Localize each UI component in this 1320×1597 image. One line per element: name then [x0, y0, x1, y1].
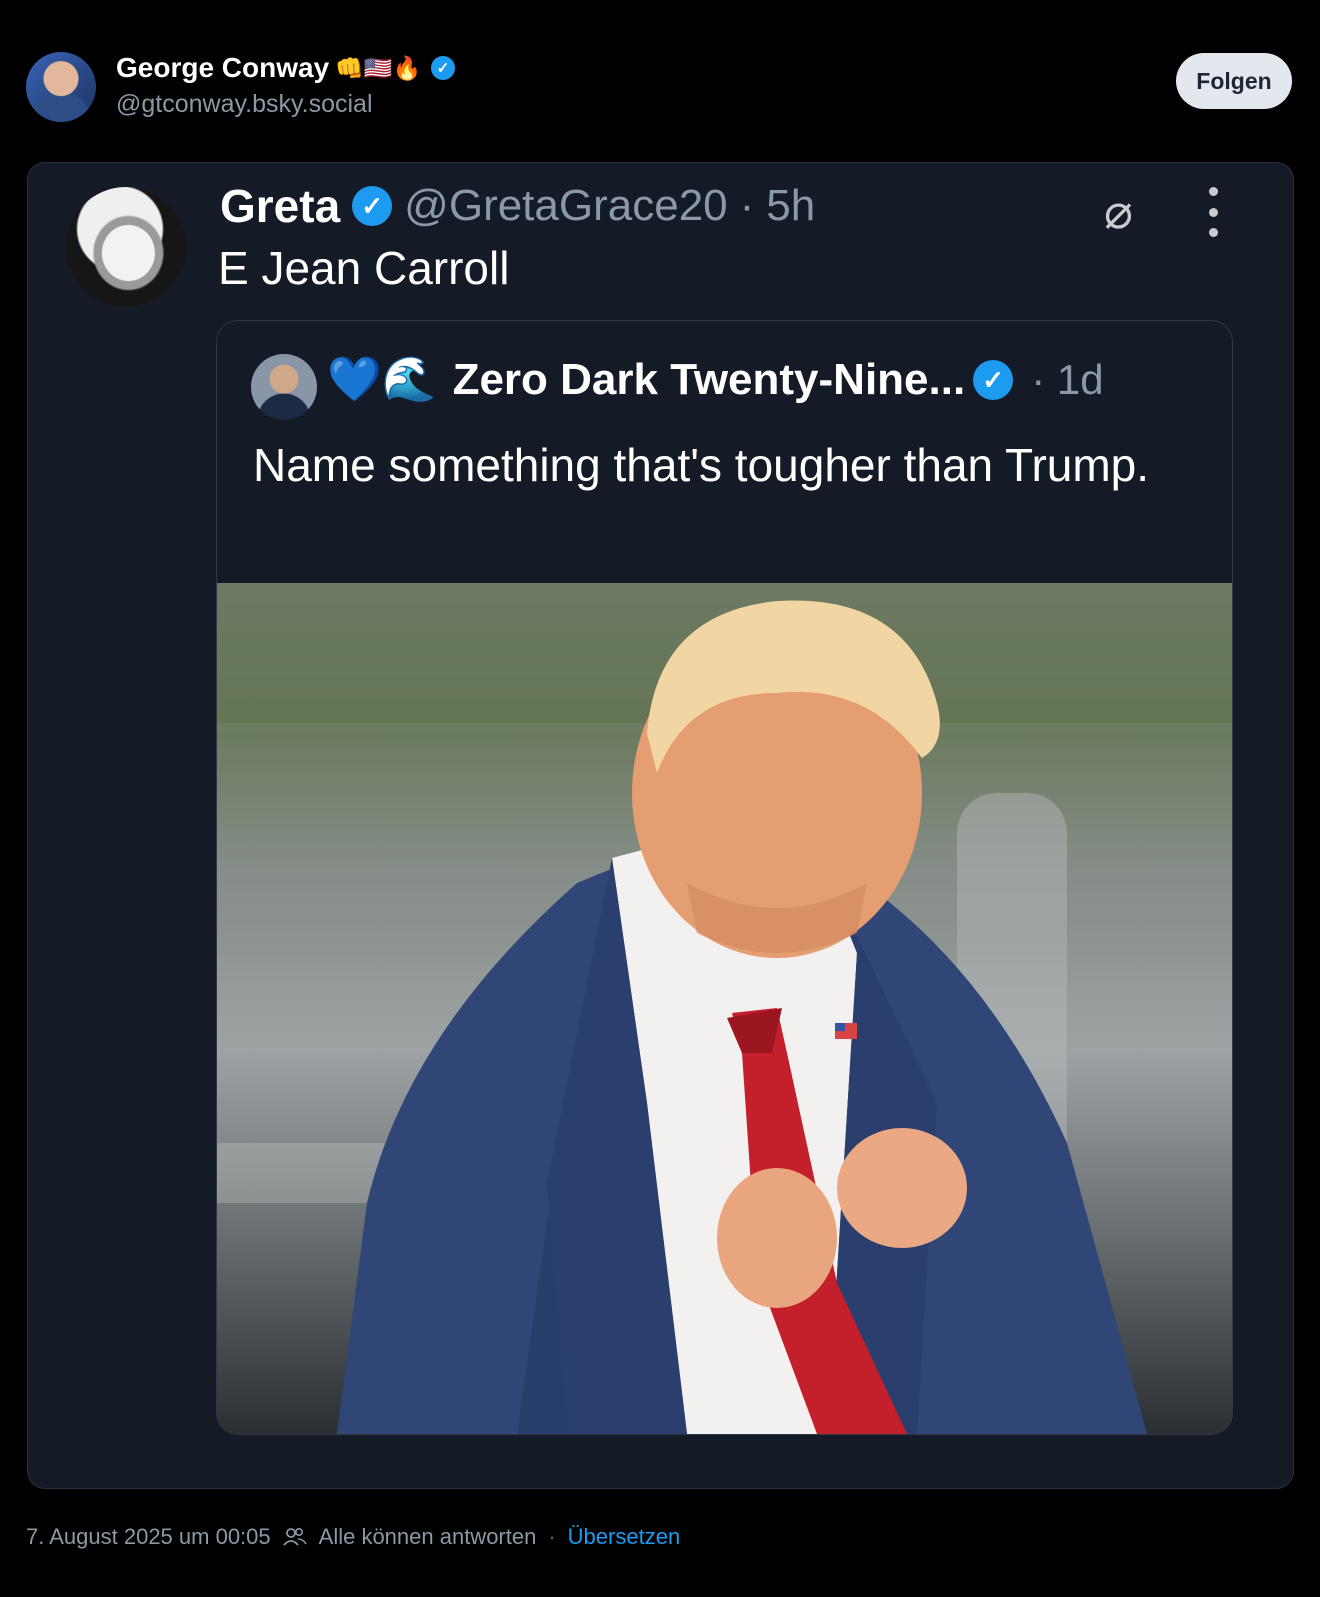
post-header: George Conway 👊🇺🇸🔥 ✓ @gtconway.bsky.soci…: [0, 0, 1320, 150]
quoted-author-avatar[interactable]: [251, 354, 317, 420]
separator-dot: ·: [739, 181, 755, 230]
quoted-author-emojis: 💙🌊: [327, 355, 437, 404]
translate-link[interactable]: Übersetzen: [568, 1524, 681, 1550]
reply-setting[interactable]: Alle können antworten: [319, 1524, 537, 1550]
verified-badge-icon: ✓: [352, 186, 393, 226]
grok-icon[interactable]: ⌀: [1104, 189, 1133, 237]
verified-badge-icon: ✓: [431, 56, 456, 80]
post-meta: 7. August 2025 um 00:05 Alle können antw…: [26, 1524, 680, 1550]
photo-illustration: [217, 583, 1232, 1434]
quoted-post-photo[interactable]: [217, 583, 1232, 1434]
quoted-post-text: Name something that's tougher than Trump…: [253, 439, 1150, 491]
follow-button[interactable]: Folgen: [1176, 53, 1292, 109]
post-timestamp[interactable]: 5h: [766, 181, 815, 231]
post-text: E Jean Carroll: [218, 242, 510, 294]
people-icon: [282, 1527, 307, 1546]
author-handle[interactable]: @gtconway.bsky.social: [116, 90, 373, 119]
post-author-avatar[interactable]: [66, 187, 186, 307]
quoted-post[interactable]: 💙🌊 Zero Dark Twenty-Nine... ✓ · 1d Name …: [216, 320, 1233, 1435]
post-author-row: Greta ✓ @GretaGrace20 · 5h: [220, 179, 815, 233]
verified-badge-icon: ✓: [973, 360, 1014, 400]
quoted-post-timestamp[interactable]: · 1d: [1031, 356, 1103, 404]
meta-separator: ·: [548, 1524, 556, 1549]
author-name[interactable]: George Conway: [116, 52, 329, 84]
author-name-row: George Conway 👊🇺🇸🔥 ✓: [116, 52, 456, 84]
author-emojis: 👊🇺🇸🔥: [335, 54, 422, 81]
post-author-handle[interactable]: @GretaGrace20: [404, 181, 727, 231]
post-author-name[interactable]: Greta: [220, 179, 340, 233]
author-avatar[interactable]: [26, 52, 96, 122]
more-options-icon[interactable]: [1204, 187, 1222, 237]
quoted-author-name[interactable]: Zero Dark Twenty-Nine...: [453, 355, 966, 405]
post-date: 7. August 2025 um 00:05: [26, 1524, 271, 1549]
quoted-author-row: 💙🌊 Zero Dark Twenty-Nine... ✓ · 1d: [327, 355, 1104, 405]
embedded-post-card[interactable]: Greta ✓ @GretaGrace20 · 5h ⌀ E Jean Carr…: [27, 162, 1294, 1489]
